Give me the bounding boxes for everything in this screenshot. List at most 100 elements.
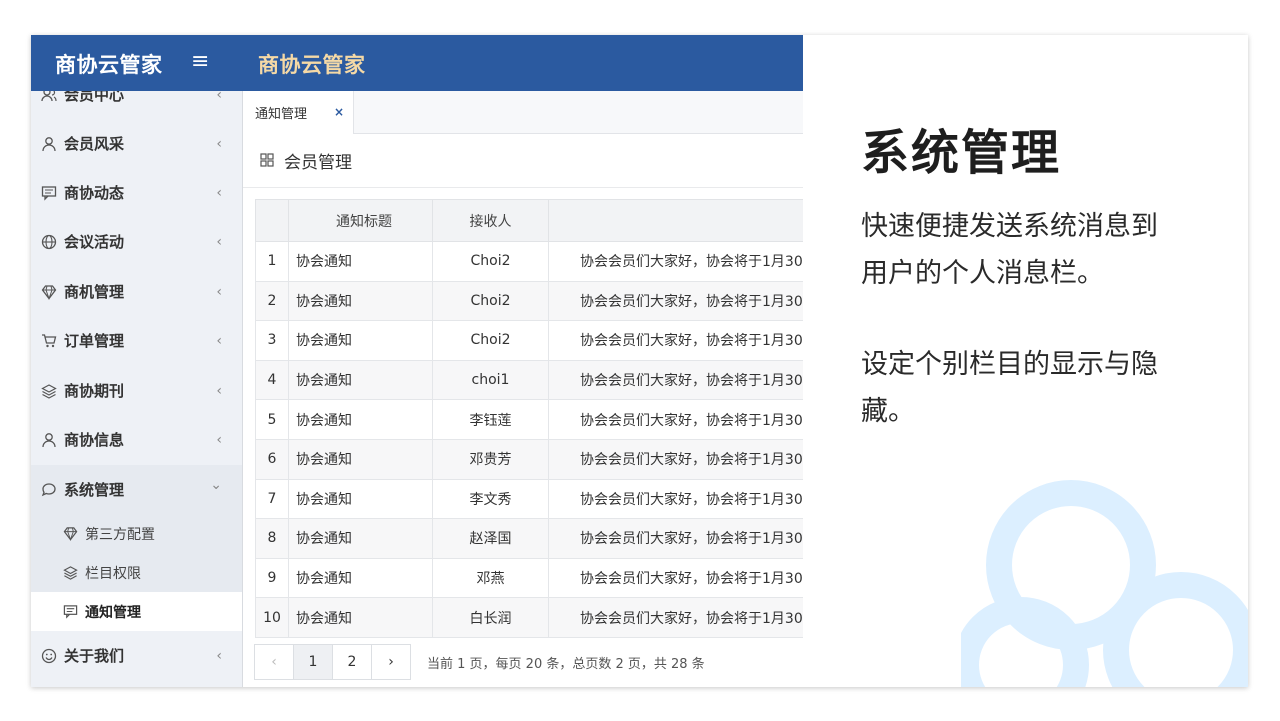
sidebar-item-news[interactable]: 商协动态 ‹ [31, 168, 242, 217]
cloud-decoration [961, 480, 1248, 687]
grid-icon [259, 152, 276, 169]
table-row[interactable]: 3 协会通知 Choi2 协会会员们大家好，协会将于1月30 [255, 320, 803, 361]
cell-index: 3 [255, 320, 289, 361]
brand-logo-text: 商协云管家 [55, 53, 163, 77]
table-row[interactable]: 4 协会通知 choi1 协会会员们大家好，协会将于1月30 [255, 359, 803, 401]
table-row[interactable]: 9 协会通知 邓燕 协会会员们大家好，协会将于1月30 [255, 557, 803, 599]
table-header-row: 通知标题 接收人 [255, 199, 803, 242]
sidebar: 会员中心 ‹ 会员风采 ‹ 商协动态 ‹ 会议活动 ‹ 商机管理 ‹ 订单管理 … [31, 91, 242, 687]
cell-receiver: 李钰莲 [432, 399, 549, 440]
user-group-icon [40, 91, 58, 104]
close-icon[interactable]: × [334, 105, 344, 119]
table-row[interactable]: 7 协会通知 李文秀 协会会员们大家好，协会将于1月30 [255, 478, 803, 520]
top-bar: 商协云管家 ≡ 商协云管家 [31, 35, 803, 91]
table-row[interactable]: 1 协会通知 Choi2 协会会员们大家好，协会将于1月30 [255, 241, 803, 282]
cell-content: 协会会员们大家好，协会将于1月30 [548, 320, 803, 361]
chevron-down-icon: ⌄ [210, 476, 222, 493]
sidebar-item-about[interactable]: 关于我们 ‹ [31, 631, 242, 680]
page-button-1[interactable]: 1 [293, 644, 333, 680]
cell-receiver: Choi2 [432, 320, 549, 361]
sidebar-item-member-style[interactable]: 会员风采 ‹ [31, 119, 242, 168]
globe-icon [40, 233, 58, 251]
sidebar-item-journal[interactable]: 商协期刊 ‹ [31, 366, 242, 415]
chat-icon [40, 481, 58, 499]
sidebar-item-label: 商协期刊 [64, 382, 125, 400]
sidebar-item-label: 系统管理 [64, 481, 125, 499]
promo-paragraph-1: 快速便捷发送系统消息到用户的个人消息栏。 [861, 211, 1158, 289]
next-page-button[interactable]: › [371, 644, 411, 680]
diamond-icon [62, 526, 78, 542]
cell-title: 协会通知 [288, 478, 433, 520]
table-row[interactable]: 10 协会通知 白长润 协会会员们大家好，协会将于1月30 [255, 597, 803, 638]
table-row[interactable]: 6 协会通知 邓贵芳 协会会员们大家好，协会将于1月30 [255, 438, 803, 480]
cell-index: 4 [255, 359, 289, 401]
pagination: ‹ 1 2 › 当前 1 页，每页 20 条，总页数 2 页，共 28 条 [254, 644, 705, 680]
cell-title: 协会通知 [288, 359, 433, 401]
sidebar-item-label: 会员中心 [64, 91, 125, 104]
cell-index: 5 [255, 399, 289, 440]
table-row[interactable]: 5 协会通知 李钰莲 协会会员们大家好，协会将于1月30 [255, 399, 803, 440]
sidebar-subitem-label: 第三方配置 [85, 526, 155, 543]
chevron-left-icon: ‹ [216, 431, 222, 448]
slide: 商协云管家 ≡ 商协云管家 会员中心 ‹ 会员风采 ‹ 商协动态 ‹ 会议活动 … [0, 0, 1280, 721]
panel-title: 会员管理 [284, 153, 352, 173]
sidebar-item-meetings[interactable]: 会议活动 ‹ [31, 217, 242, 266]
cell-content: 协会会员们大家好，协会将于1月30 [548, 280, 803, 322]
tab-notification[interactable]: 通知管理 × [243, 91, 354, 134]
cell-content: 协会会员们大家好，协会将于1月30 [548, 359, 803, 401]
sidebar-item-label: 商协动态 [64, 184, 125, 202]
cell-receiver: 邓燕 [432, 557, 549, 599]
cell-index: 6 [255, 438, 289, 480]
cell-receiver: choi1 [432, 359, 549, 401]
column-header-content [548, 199, 803, 242]
cell-title: 协会通知 [288, 399, 433, 440]
cell-title: 协会通知 [288, 518, 433, 559]
message-icon [62, 604, 78, 620]
main-content: 通知管理 × 会员管理 通知标题 接收人 1 协会通知 Choi2 协会会员们大… [242, 91, 803, 687]
sidebar-subitem-third-party[interactable]: 第三方配置 [31, 514, 242, 553]
page-button-2[interactable]: 2 [332, 644, 372, 680]
table-row[interactable]: 8 协会通知 赵泽国 协会会员们大家好，协会将于1月30 [255, 518, 803, 559]
user-icon [40, 431, 58, 449]
sidebar-item-business[interactable]: 商机管理 ‹ [31, 267, 242, 316]
cell-receiver: 邓贵芳 [432, 438, 549, 480]
cell-title: 协会通知 [288, 597, 433, 638]
promo-paragraph-2: 设定个别栏目的显示与隐藏。 [861, 349, 1158, 427]
hamburger-icon[interactable]: ≡ [191, 51, 211, 73]
cell-index: 10 [255, 597, 289, 638]
sidebar-item-system[interactable]: 系统管理 ⌄ [31, 465, 242, 514]
message-icon [40, 184, 58, 202]
table-row[interactable]: 2 协会通知 Choi2 协会会员们大家好，协会将于1月30 [255, 280, 803, 322]
prev-page-button[interactable]: ‹ [254, 644, 294, 680]
cell-content: 协会会员们大家好，协会将于1月30 [548, 597, 803, 638]
column-header-receiver: 接收人 [432, 199, 549, 242]
header-title: 商协云管家 [258, 53, 366, 77]
sidebar-item-label: 商协信息 [64, 431, 125, 449]
cell-title: 协会通知 [288, 438, 433, 480]
cell-content: 协会会员们大家好，协会将于1月30 [548, 399, 803, 440]
column-header-index [255, 199, 289, 242]
notification-table: 通知标题 接收人 1 协会通知 Choi2 协会会员们大家好，协会将于1月30 2 协会通… [255, 199, 803, 638]
table-body: 1 协会通知 Choi2 协会会员们大家好，协会将于1月30 2 协会通知 Choi2 协会会… [255, 241, 803, 638]
diamond-icon [40, 283, 58, 301]
chevron-left-icon: ‹ [216, 283, 222, 300]
cell-title: 协会通知 [288, 557, 433, 599]
sidebar-item-label: 关于我们 [64, 647, 125, 665]
cell-content: 协会会员们大家好，协会将于1月30 [548, 478, 803, 520]
cell-content: 协会会员们大家好，协会将于1月30 [548, 518, 803, 559]
chevron-left-icon: ‹ [216, 135, 222, 152]
column-header-title: 通知标题 [288, 199, 433, 242]
cell-content: 协会会员们大家好，协会将于1月30 [548, 557, 803, 599]
sidebar-item-orders[interactable]: 订单管理 ‹ [31, 316, 242, 365]
cell-index: 8 [255, 518, 289, 559]
sidebar-item-member-center[interactable]: 会员中心 ‹ [31, 91, 242, 119]
sidebar-item-info[interactable]: 商协信息 ‹ [31, 415, 242, 464]
cell-receiver: Choi2 [432, 280, 549, 322]
sidebar-subitem-column-permission[interactable]: 栏目权限 [31, 553, 242, 592]
sidebar-subitem-notification[interactable]: 通知管理 [31, 592, 242, 631]
cell-receiver: 李文秀 [432, 478, 549, 520]
app-window: 商协云管家 ≡ 商协云管家 会员中心 ‹ 会员风采 ‹ 商协动态 ‹ 会议活动 … [31, 35, 1248, 687]
cell-receiver: 白长润 [432, 597, 549, 638]
sidebar-subitem-label: 栏目权限 [85, 565, 141, 582]
cell-title: 协会通知 [288, 280, 433, 322]
